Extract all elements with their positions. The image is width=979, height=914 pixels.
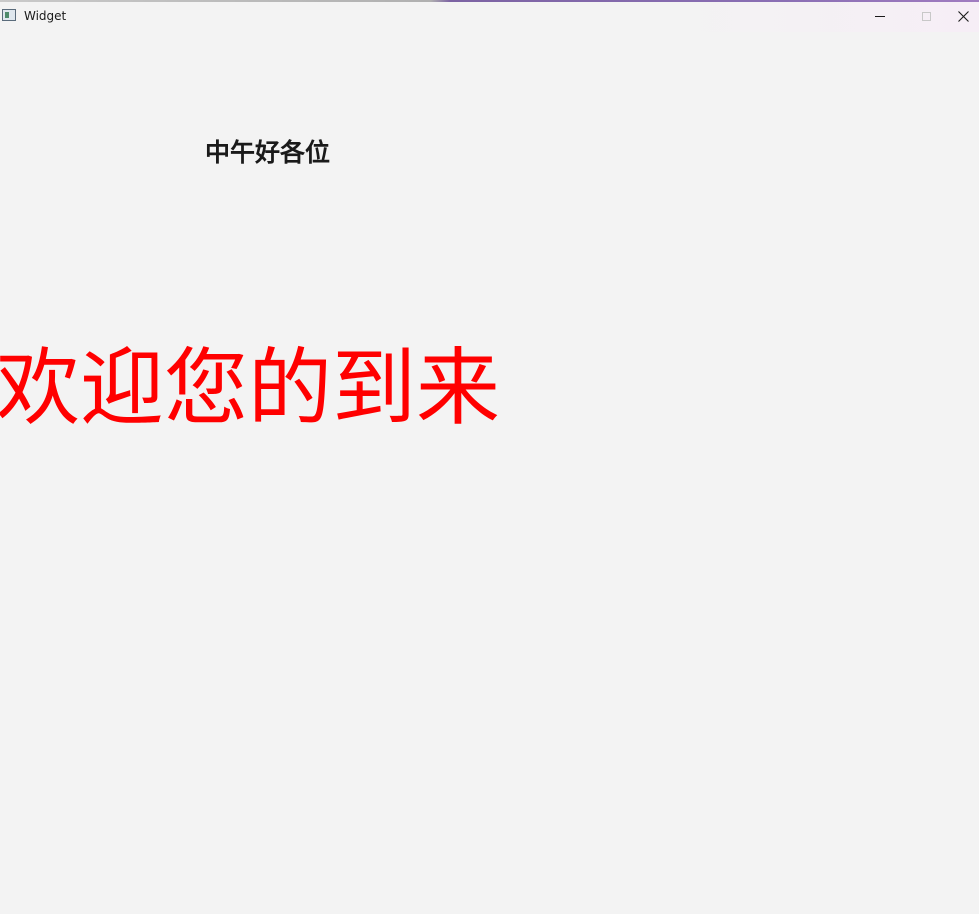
maximize-icon [921, 11, 931, 21]
maximize-button[interactable] [903, 0, 949, 32]
close-icon [957, 10, 969, 22]
window-title: Widget [24, 9, 67, 23]
welcome-label: 欢迎您的到来 [0, 339, 501, 437]
title-bar-edge [0, 0, 979, 2]
minimize-icon [875, 15, 885, 17]
app-window-icon[interactable] [2, 9, 16, 21]
minimize-button[interactable] [857, 0, 903, 32]
greeting-label: 中午好各位 [205, 138, 331, 167]
close-button[interactable] [947, 0, 979, 32]
title-bar[interactable]: Widget [0, 0, 979, 32]
app-window: Widget 中午好各位 欢迎您的到来 [0, 0, 979, 914]
